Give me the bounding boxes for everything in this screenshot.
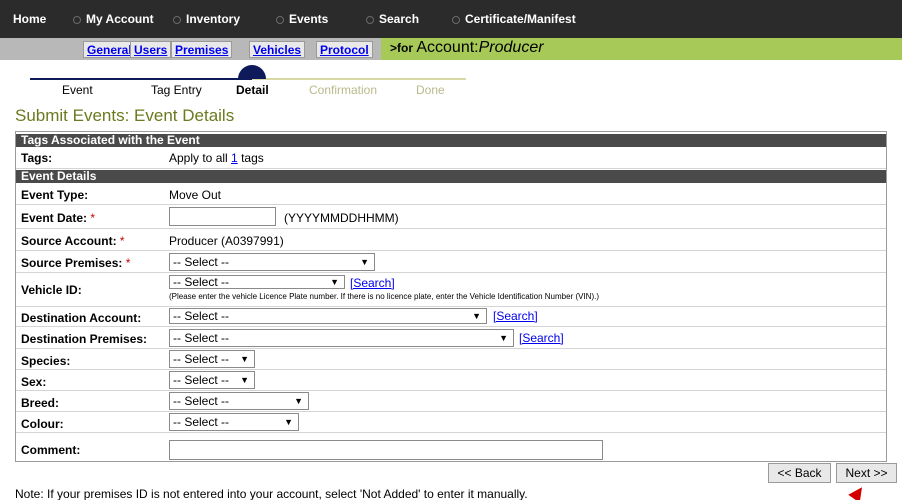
sex-row: Sex: -- Select -- ▼ bbox=[16, 370, 886, 391]
account-word: Account: bbox=[416, 39, 479, 56]
required-marker: * bbox=[125, 256, 131, 270]
source-account-value: Producer (A0397991) bbox=[169, 234, 284, 248]
tags-count-link[interactable]: 1 bbox=[231, 151, 238, 165]
event-date-label: Event Date: * bbox=[21, 211, 96, 225]
current-step-marker bbox=[238, 65, 266, 79]
dropdown-arrow-icon: ▼ bbox=[330, 277, 339, 287]
dropdown-arrow-icon: ▼ bbox=[240, 354, 249, 364]
account-name: Producer bbox=[478, 39, 544, 56]
tags-row: Tags: Apply to all 1 tags bbox=[16, 148, 886, 169]
destination-premises-row: Destination Premises: -- Select -- ▼ [Sea… bbox=[16, 327, 886, 349]
event-date-input[interactable] bbox=[169, 207, 276, 226]
step-tag-entry: Tag Entry bbox=[151, 83, 202, 97]
nav-bullet-icon bbox=[173, 16, 181, 24]
required-marker: * bbox=[119, 234, 125, 248]
vehicle-search-link[interactable]: [Search] bbox=[350, 276, 395, 290]
subtab-general[interactable]: General bbox=[83, 41, 136, 58]
subtab-premises[interactable]: Premises bbox=[171, 41, 233, 58]
destination-premises-label: Destination Premises: bbox=[21, 332, 148, 346]
footer-note: Note: If your premises ID is not entered… bbox=[15, 487, 528, 500]
breed-row: Breed: -- Select -- ▼ bbox=[16, 391, 886, 412]
nav-bullet-icon bbox=[73, 16, 81, 24]
nav-certificate-manifest[interactable]: Certificate/Manifest bbox=[452, 12, 576, 26]
species-row: Species: -- Select -- ▼ bbox=[16, 349, 886, 370]
source-account-label: Source Account: * bbox=[21, 234, 125, 248]
vehicle-id-row: Vehicle ID: -- Select -- ▼ [Search] (Plea… bbox=[16, 273, 886, 307]
nav-bullet-icon bbox=[452, 16, 460, 24]
next-button[interactable]: Next >> bbox=[836, 463, 897, 483]
event-type-row: Event Type: Move Out bbox=[16, 184, 886, 205]
breed-select[interactable]: -- Select -- ▼ bbox=[169, 392, 309, 410]
comment-label: Comment: bbox=[21, 443, 81, 457]
event-date-format-hint: (YYYYMMDDHHMM) bbox=[284, 211, 399, 225]
event-type-value: Move Out bbox=[169, 188, 222, 202]
vehicle-id-select[interactable]: -- Select -- ▼ bbox=[169, 275, 345, 289]
source-premises-row: Source Premises: * -- Select -- ▼ bbox=[16, 251, 886, 273]
dropdown-arrow-icon: ▼ bbox=[240, 375, 249, 385]
tags-label: Tags: bbox=[21, 151, 53, 165]
nav-inventory[interactable]: Inventory bbox=[173, 12, 240, 26]
vehicle-id-label: Vehicle ID: bbox=[21, 283, 82, 297]
destination-premises-select[interactable]: -- Select -- ▼ bbox=[169, 329, 514, 347]
top-navigation: Home My Account Inventory Events Search … bbox=[0, 0, 902, 38]
dropdown-arrow-icon: ▼ bbox=[294, 396, 303, 406]
steps-progress-remaining bbox=[252, 78, 466, 80]
back-button[interactable]: << Back bbox=[768, 463, 831, 483]
step-confirmation: Confirmation bbox=[309, 83, 378, 97]
dropdown-arrow-icon: ▼ bbox=[284, 417, 293, 427]
subtab-protocol[interactable]: Protocol bbox=[316, 41, 373, 58]
vehicle-id-help-text: (Please enter the vehicle Licence Plate … bbox=[169, 292, 600, 301]
tags-apply-text: Apply to all 1 tags bbox=[169, 151, 264, 165]
nav-search[interactable]: Search bbox=[366, 12, 419, 26]
subtab-vehicles[interactable]: Vehicles bbox=[249, 41, 306, 58]
required-marker: * bbox=[90, 211, 96, 225]
event-details-form: Tags Associated with the Event Tags: App… bbox=[15, 131, 887, 462]
destination-premises-search-link[interactable]: [Search] bbox=[519, 331, 564, 345]
colour-row: Colour: -- Select -- ▼ bbox=[16, 412, 886, 433]
event-details-section-header: Event Details bbox=[16, 170, 886, 183]
destination-account-search-link[interactable]: [Search] bbox=[493, 309, 538, 323]
species-label: Species: bbox=[21, 354, 71, 368]
breed-label: Breed: bbox=[21, 396, 60, 410]
account-prefix: >for bbox=[390, 41, 414, 55]
account-indicator: >for Account:Producer bbox=[390, 39, 544, 57]
step-done: Done bbox=[416, 83, 445, 97]
sub-navigation: General Users Premises Vehicles Protocol… bbox=[0, 38, 902, 60]
nav-bullet-icon bbox=[366, 16, 374, 24]
mouse-pointer-icon bbox=[848, 483, 868, 500]
nav-events[interactable]: Events bbox=[276, 12, 328, 26]
destination-account-row: Destination Account: -- Select -- ▼ [Sear… bbox=[16, 307, 886, 327]
nav-my-account[interactable]: My Account bbox=[73, 12, 154, 26]
colour-label: Colour: bbox=[21, 417, 64, 431]
dropdown-arrow-icon: ▼ bbox=[472, 311, 481, 321]
source-account-row: Source Account: * Producer (A0397991) bbox=[16, 229, 886, 251]
step-detail: Detail bbox=[236, 83, 269, 97]
dropdown-arrow-icon: ▼ bbox=[360, 257, 369, 267]
nav-bullet-icon bbox=[276, 16, 284, 24]
dropdown-arrow-icon: ▼ bbox=[499, 333, 508, 343]
destination-account-select[interactable]: -- Select -- ▼ bbox=[169, 308, 487, 324]
sex-select[interactable]: -- Select -- ▼ bbox=[169, 371, 255, 389]
comment-row: Comment: bbox=[16, 433, 886, 461]
source-premises-label: Source Premises: * bbox=[21, 256, 131, 270]
event-type-label: Event Type: bbox=[21, 188, 89, 202]
tags-section-header: Tags Associated with the Event bbox=[16, 134, 886, 147]
steps-progress-done bbox=[30, 78, 252, 80]
sex-label: Sex: bbox=[21, 375, 47, 389]
comment-input[interactable] bbox=[169, 440, 603, 460]
step-event: Event bbox=[62, 83, 93, 97]
species-select[interactable]: -- Select -- ▼ bbox=[169, 350, 255, 368]
event-date-row: Event Date: * (YYYYMMDDHHMM) bbox=[16, 205, 886, 229]
colour-select[interactable]: -- Select -- ▼ bbox=[169, 413, 299, 431]
source-premises-select[interactable]: -- Select -- ▼ bbox=[169, 253, 375, 271]
page-title: Submit Events: Event Details bbox=[15, 106, 235, 125]
destination-account-label: Destination Account: bbox=[21, 311, 142, 325]
nav-home[interactable]: Home bbox=[13, 12, 46, 26]
subtab-users[interactable]: Users bbox=[130, 41, 172, 58]
